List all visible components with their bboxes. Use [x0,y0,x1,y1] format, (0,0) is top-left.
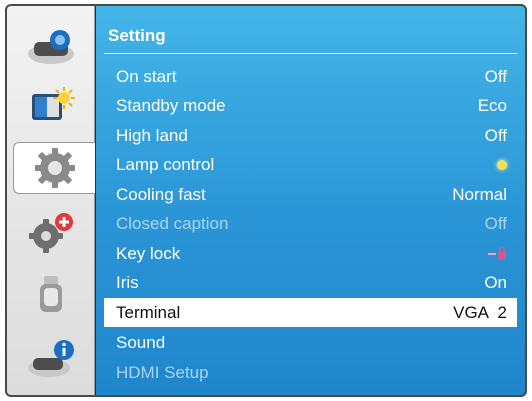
memory-viewer-icon [40,276,62,312]
menu-item-label: Key lock [116,243,181,263]
lamp-bulb-icon [497,159,507,170]
projector-menu-button[interactable] [21,20,81,72]
key-lock-icon [488,246,506,260]
menu-title: Setting [108,26,166,45]
image-adjust-menu-button[interactable] [21,80,81,132]
title-divider [104,53,517,54]
menu-item-closed-caption: Closed caption Off [104,209,517,238]
menu-item-key-lock[interactable]: Key lock [104,239,517,268]
menu-item-label: Closed caption [116,213,229,233]
information-menu-button[interactable] [21,332,81,384]
menu-category-rail [7,6,95,395]
menu-item-terminal[interactable]: Terminal VGA 2 [104,298,517,327]
setting-menu-button[interactable] [13,142,95,194]
menu-item-label: Lamp control [116,154,215,174]
menu-item-value [487,246,507,261]
expand-menu-button[interactable] [21,206,81,258]
menu-item-value: VGA 2 [453,302,507,322]
menu-item-value: On [484,272,507,292]
menu-item-iris[interactable]: Iris On [104,268,517,297]
menu-item-label: Sound [116,332,166,352]
menu-item-sound[interactable]: Sound [104,328,517,357]
menu-item-label: Standby mode [116,95,226,115]
menu-item-value: Off [484,213,507,233]
menu-item-value: Normal [452,184,507,204]
menu-item-high-land[interactable]: High land Off [104,121,517,150]
projector-icon [28,30,74,64]
menu-item-standby-mode[interactable]: Standby mode Eco [104,91,517,120]
menu-item-label: Terminal [116,302,181,322]
menu-item-label: On start [116,66,177,86]
image-adjust-icon [32,87,75,120]
menu-item-cooling-fast[interactable]: Cooling fast Normal [104,180,517,209]
menu-item-on-start[interactable]: On start Off [104,62,517,91]
menu-item-hdmi-setup: HDMI Setup [104,358,517,387]
menu-item-label: High land [116,125,188,145]
menu-item-value: Eco [477,95,507,115]
setting-gear-icon [34,148,75,188]
expand-gear-icon [29,213,73,253]
menu-item-lamp-control[interactable]: Lamp control [104,150,517,179]
menu-item-value: Off [484,66,507,86]
memory-viewer-menu-button[interactable] [21,268,81,320]
menu-item-label: Cooling fast [116,184,206,204]
osd-menu-window: Setting On start Off Standby mode Eco Hi… [5,4,527,397]
menu-item-label: HDMI Setup [116,362,209,382]
menu-item-label: Iris [116,272,139,292]
setting-menu-panel: Setting On start Off Standby mode Eco Hi… [96,6,525,395]
menu-item-value [497,159,507,170]
menu-item-value: Off [484,125,507,145]
information-icon [28,340,74,377]
